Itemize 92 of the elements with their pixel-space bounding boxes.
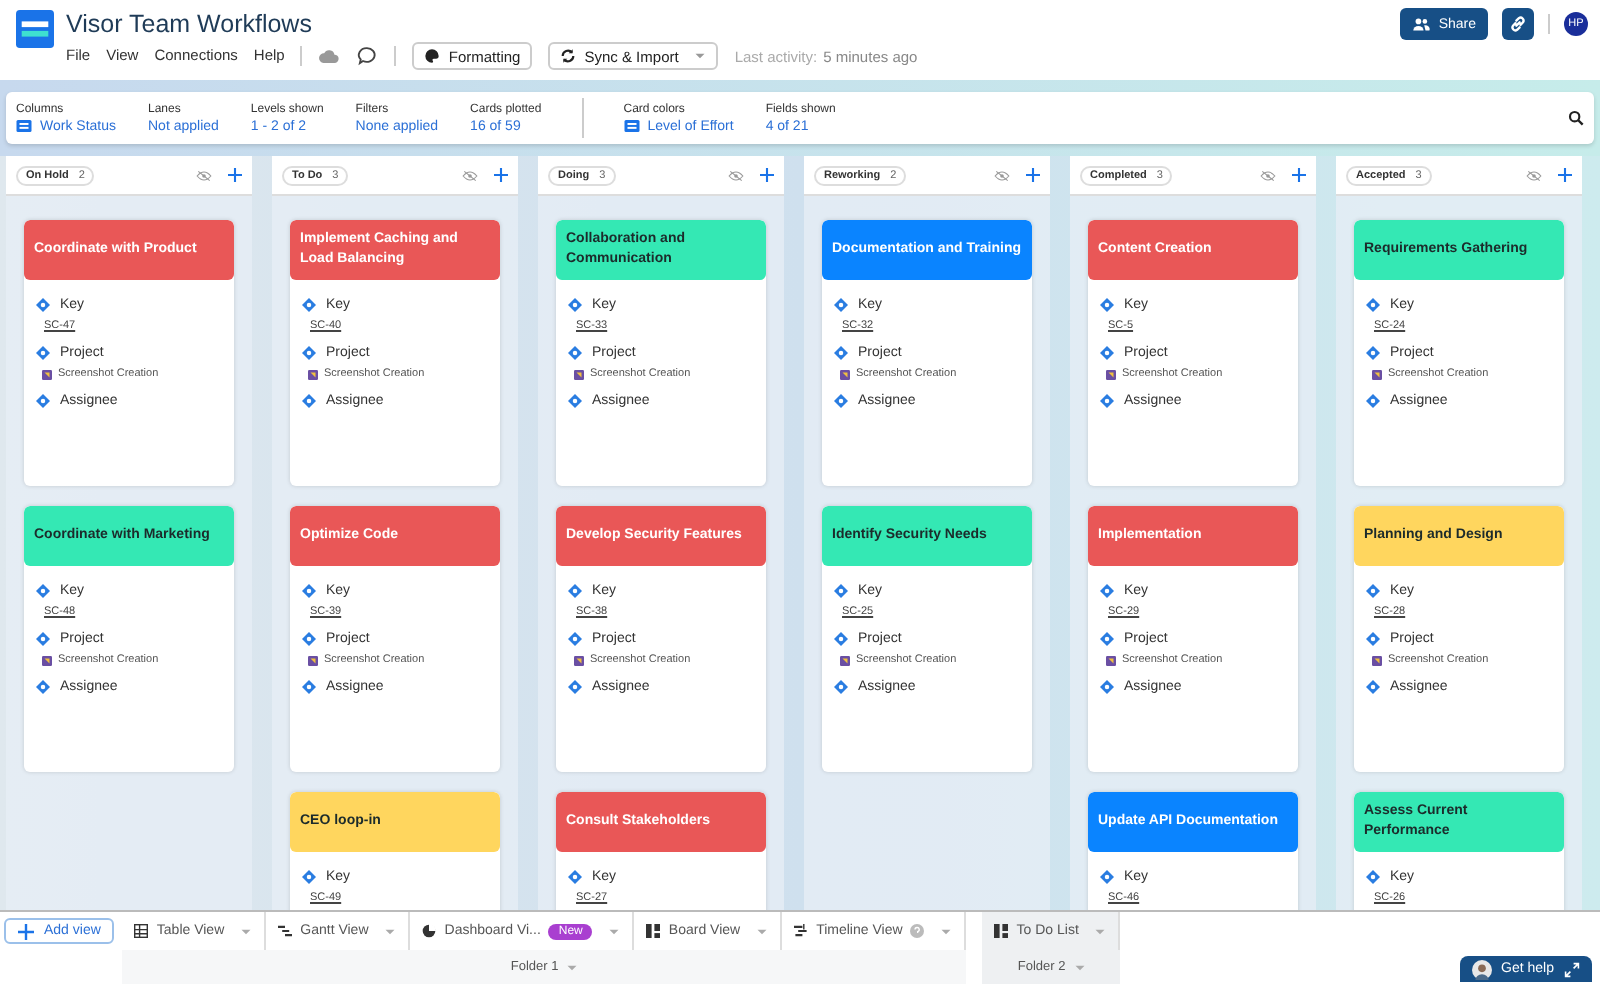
field-icon <box>302 870 316 884</box>
field-icon <box>568 584 582 598</box>
people-icon <box>1412 16 1431 32</box>
field-icon <box>834 584 848 598</box>
cloud-icon[interactable] <box>318 46 341 66</box>
sync-icon <box>560 48 577 64</box>
field-icon <box>302 680 316 694</box>
field-icon <box>834 680 848 694</box>
hidden-eye-icon[interactable] <box>1260 169 1276 181</box>
project-icon <box>42 369 52 379</box>
field-icon <box>568 394 582 408</box>
hidden-eye-icon[interactable] <box>196 169 212 181</box>
person-avatar-icon <box>1471 959 1492 979</box>
project-icon <box>840 655 850 665</box>
comment-icon[interactable] <box>356 46 379 66</box>
timeline-icon <box>794 924 809 938</box>
project-icon <box>308 369 318 379</box>
palette-icon <box>424 48 441 64</box>
field-icon <box>302 394 316 408</box>
caret-icon <box>694 52 707 60</box>
field-icon <box>834 632 848 646</box>
project-icon <box>1372 369 1382 379</box>
project-icon <box>574 369 584 379</box>
field-icon <box>36 394 50 408</box>
caret-icon <box>566 963 579 971</box>
field-icon <box>1100 346 1114 360</box>
caret-icon <box>940 927 953 935</box>
field-icon <box>1100 680 1114 694</box>
add-icon[interactable] <box>494 168 508 182</box>
caret-icon <box>608 927 621 935</box>
project-icon <box>308 655 318 665</box>
plus-icon <box>18 923 34 939</box>
field-icon <box>36 346 50 360</box>
field-icon <box>1366 346 1380 360</box>
hidden-eye-icon[interactable] <box>1526 169 1542 181</box>
field-icon <box>1366 298 1380 312</box>
add-icon[interactable] <box>1026 168 1040 182</box>
field-icon <box>302 346 316 360</box>
field-icon <box>568 680 582 694</box>
field-icon <box>36 298 50 312</box>
gantt-icon <box>278 924 293 938</box>
caret-icon <box>756 927 769 935</box>
field-icon <box>1100 394 1114 408</box>
search-icon[interactable] <box>1568 110 1584 126</box>
field-icon <box>36 632 50 646</box>
project-icon <box>1106 369 1116 379</box>
board-icon <box>646 924 661 938</box>
field-icon <box>1100 298 1114 312</box>
add-icon[interactable] <box>1558 168 1572 182</box>
field-icon <box>568 870 582 884</box>
link-icon <box>1508 14 1528 34</box>
pie-chart-icon <box>422 924 437 938</box>
caret-icon <box>1073 963 1086 971</box>
field-icon <box>1100 632 1114 646</box>
field-icon <box>302 632 316 646</box>
field-icon <box>568 346 582 360</box>
field-icon <box>302 298 316 312</box>
board-icon <box>994 924 1009 938</box>
link-button[interactable] <box>1502 8 1534 40</box>
field-icon <box>1100 870 1114 884</box>
field-icon <box>834 346 848 360</box>
project-icon <box>840 369 850 379</box>
logo-icon <box>16 10 54 48</box>
field-icon <box>1366 394 1380 408</box>
field-icon <box>1366 870 1380 884</box>
table-icon <box>134 924 149 938</box>
hidden-eye-icon[interactable] <box>728 169 744 181</box>
project-icon <box>1372 655 1382 665</box>
caret-icon <box>240 927 253 935</box>
field-icon <box>1100 584 1114 598</box>
hidden-eye-icon[interactable] <box>462 169 478 181</box>
hidden-eye-icon[interactable] <box>994 169 1010 181</box>
field-icon <box>834 298 848 312</box>
field-icon <box>834 394 848 408</box>
add-icon[interactable] <box>760 168 774 182</box>
field-icon <box>1366 632 1380 646</box>
field-icon <box>36 680 50 694</box>
project-icon <box>574 655 584 665</box>
project-icon <box>1106 655 1116 665</box>
document-title: Visor Team Workflows <box>66 8 314 40</box>
field-icon <box>36 584 50 598</box>
field-icon <box>1366 680 1380 694</box>
caret-icon <box>384 927 397 935</box>
field-icon <box>568 298 582 312</box>
expand-icon <box>1564 961 1580 977</box>
project-icon <box>42 655 52 665</box>
field-icon <box>1366 584 1380 598</box>
add-icon[interactable] <box>1292 168 1306 182</box>
add-icon[interactable] <box>228 168 242 182</box>
field-icon <box>302 584 316 598</box>
field-icon <box>568 632 582 646</box>
caret-icon <box>1094 927 1107 935</box>
